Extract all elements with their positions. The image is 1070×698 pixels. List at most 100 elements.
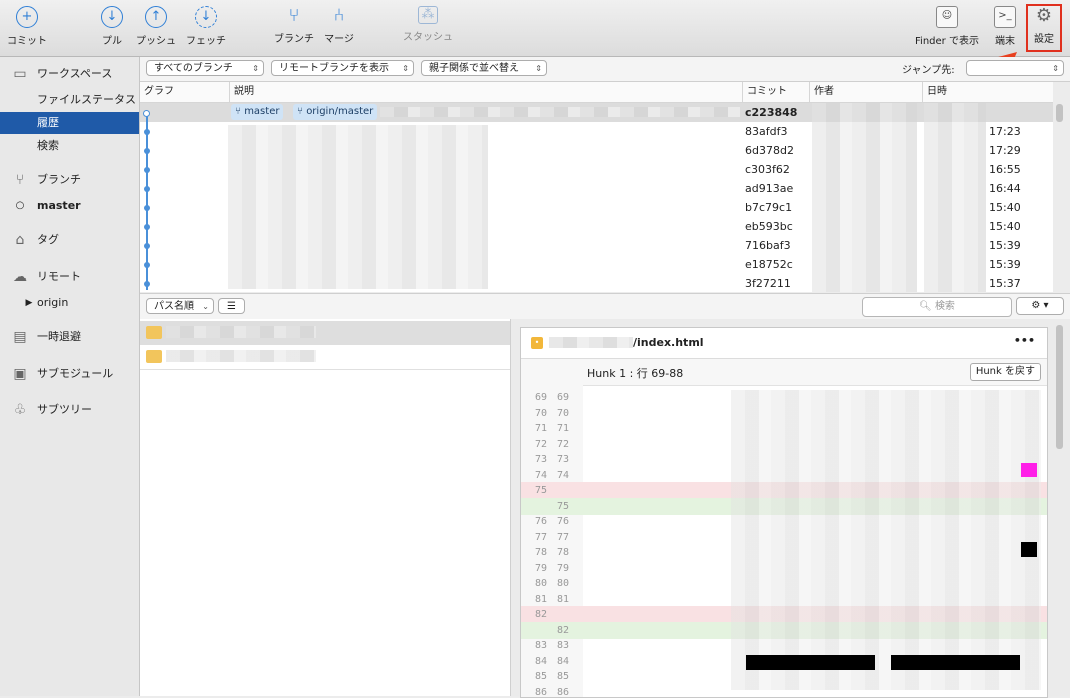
file-list <box>140 319 511 696</box>
fetch-button[interactable]: ↓ フェッチ <box>184 6 228 47</box>
sidebar-item-file-status[interactable]: ファイルステータス <box>0 89 139 111</box>
sidebar-section-stashes[interactable]: ▤ 一時退避 <box>0 326 139 348</box>
old-line-number: 85 <box>529 668 547 685</box>
column-description[interactable]: 説明 <box>229 82 742 102</box>
old-line-number: 75 <box>529 482 547 499</box>
commit-time: 16:55 <box>989 160 1021 179</box>
terminal-icon: >_ <box>994 6 1016 28</box>
new-line-number: 78 <box>551 544 569 561</box>
file-search-input[interactable]: 🔍︎ 検索 <box>862 297 1012 317</box>
diff-file-name: /index.html <box>633 336 704 349</box>
diff-file-header: • /index.html ••• <box>521 328 1047 359</box>
finder-label: Finder で表示 <box>915 36 979 47</box>
sidebar-item-origin[interactable]: ▶ origin <box>0 292 139 314</box>
order-dropdown[interactable]: 親子関係で並べ替え⇕ <box>421 60 547 76</box>
options-gear-dropdown[interactable]: ⚙ ▾ <box>1016 297 1064 315</box>
commit-time: 17:29 <box>989 141 1021 160</box>
redaction-bar <box>746 655 875 670</box>
revert-hunk-button[interactable]: Hunk を戻す <box>970 363 1041 381</box>
branch-button[interactable]: ⑂ ブランチ <box>272 6 316 45</box>
branch-filter-dropdown[interactable]: すべてのブランチ⇕ <box>146 60 264 76</box>
file-row[interactable] <box>140 321 510 345</box>
table-scrollbar[interactable] <box>1056 104 1063 122</box>
new-line-number: 81 <box>551 591 569 608</box>
sidebar-section-submodules[interactable]: ▣ サブモジュール <box>0 363 139 385</box>
list-icon: ☰ <box>227 301 236 312</box>
stash-button[interactable]: ⁂ スタッシュ <box>402 6 454 43</box>
commit-hash: ad913ae <box>745 179 793 198</box>
merge-button[interactable]: ⑃ マージ <box>322 6 356 45</box>
sidebar-item-search[interactable]: 検索 <box>0 135 139 157</box>
commit-hash: c223848 <box>745 103 797 122</box>
more-options-button[interactable]: ••• <box>1014 334 1035 347</box>
graph-dot <box>144 148 150 154</box>
sidebar-item-history[interactable]: 履歴 <box>0 112 139 134</box>
commit-hash: 6d378d2 <box>745 141 794 160</box>
finder-icon: ☺ <box>936 6 958 28</box>
old-line-number: 76 <box>529 513 547 530</box>
current-branch-icon: ○ <box>11 198 29 214</box>
old-line-number: 77 <box>529 529 547 546</box>
old-line-number: 81 <box>529 591 547 608</box>
commit-time: 17:23 <box>989 122 1021 141</box>
search-placeholder: 検索 <box>935 301 955 312</box>
chevron-updown-icon: ⇕ <box>402 61 409 77</box>
new-line-number: 83 <box>551 637 569 654</box>
file-toolbar: パス名順⌄ ☰ 🔍︎ 検索 ⚙ ▾ <box>140 293 1070 320</box>
commit-time: 16:44 <box>989 179 1021 198</box>
column-author[interactable]: 作者 <box>809 82 922 102</box>
commit-hash: 83afdf3 <box>745 122 787 141</box>
old-line-number: 73 <box>529 451 547 468</box>
file-row[interactable] <box>140 345 510 370</box>
sidebar-section-tags[interactable]: ⌂ タグ <box>0 229 139 251</box>
folder-icon <box>146 350 162 363</box>
sidebar-item-master[interactable]: ○ master <box>0 195 139 217</box>
hunk-header: Hunk 1 : 行 69-88 Hunk を戻す <box>521 359 1047 386</box>
chevron-updown-icon: ⇕ <box>1052 61 1059 77</box>
ref-badge-origin-master: ⑂ origin/master <box>293 104 377 120</box>
new-line-number: 84 <box>551 653 569 670</box>
branch-label: ブランチ <box>274 34 314 45</box>
terminal-button[interactable]: >_ 端末 <box>990 6 1020 47</box>
commit-hash: eb593bc <box>745 217 793 236</box>
jump-to-dropdown[interactable]: ⇕ <box>966 60 1064 76</box>
graph-dot <box>144 129 150 135</box>
redacted-filename <box>166 350 316 362</box>
push-button[interactable]: ↑ プッシュ <box>134 6 178 47</box>
graph-head-dot <box>143 110 150 117</box>
commit-time: 15:39 <box>989 236 1021 255</box>
list-view-button[interactable]: ☰ <box>218 298 245 314</box>
redacted-code <box>731 390 1041 690</box>
cloud-icon: ☁ <box>11 269 29 285</box>
commit-time: 15:37 <box>989 274 1021 292</box>
commit-button[interactable]: + コミット <box>6 6 48 47</box>
commit-time: 15:39 <box>989 255 1021 274</box>
monitor-icon: ▭ <box>11 66 29 82</box>
sidebar-section-remotes[interactable]: ☁ リモート <box>0 266 139 288</box>
new-line-number: 73 <box>551 451 569 468</box>
new-line-number: 69 <box>551 389 569 406</box>
new-line-number: 76 <box>551 513 569 530</box>
show-in-finder-button[interactable]: ☺ Finder で表示 <box>912 6 982 47</box>
column-graph[interactable]: グラフ <box>140 82 229 102</box>
fetch-label: フェッチ <box>186 36 226 47</box>
graph-dot <box>144 224 150 230</box>
commit-hash: e18752c <box>745 255 793 274</box>
column-commit[interactable]: コミット <box>742 82 809 102</box>
new-line-number: 70 <box>551 405 569 422</box>
redacted-descriptions <box>228 125 488 289</box>
new-line-number: 82 <box>551 622 569 639</box>
column-date[interactable]: 日時 <box>922 82 1054 102</box>
main-toolbar: + コミット ↓ プル ↑ プッシュ ↓ フェッチ ⑂ ブランチ ⑃ マージ ⁂… <box>0 0 1070 57</box>
diff-scrollbar[interactable] <box>1056 325 1063 449</box>
pull-button[interactable]: ↓ プル <box>96 6 128 47</box>
file-sort-dropdown[interactable]: パス名順⌄ <box>146 298 214 314</box>
old-line-number: 83 <box>529 637 547 654</box>
sidebar-section-branches[interactable]: ⑂ ブランチ <box>0 169 139 191</box>
chevron-updown-icon: ⇕ <box>535 61 542 77</box>
stash-icon: ⁂ <box>418 6 438 24</box>
remote-filter-dropdown[interactable]: リモートブランチを表示⇕ <box>271 60 414 76</box>
commit-hash: c303f62 <box>745 160 790 179</box>
sidebar-section-subtrees[interactable]: ♧ サブツリー <box>0 399 139 421</box>
sidebar-section-workspace: ▭ ワークスペース <box>0 63 139 85</box>
